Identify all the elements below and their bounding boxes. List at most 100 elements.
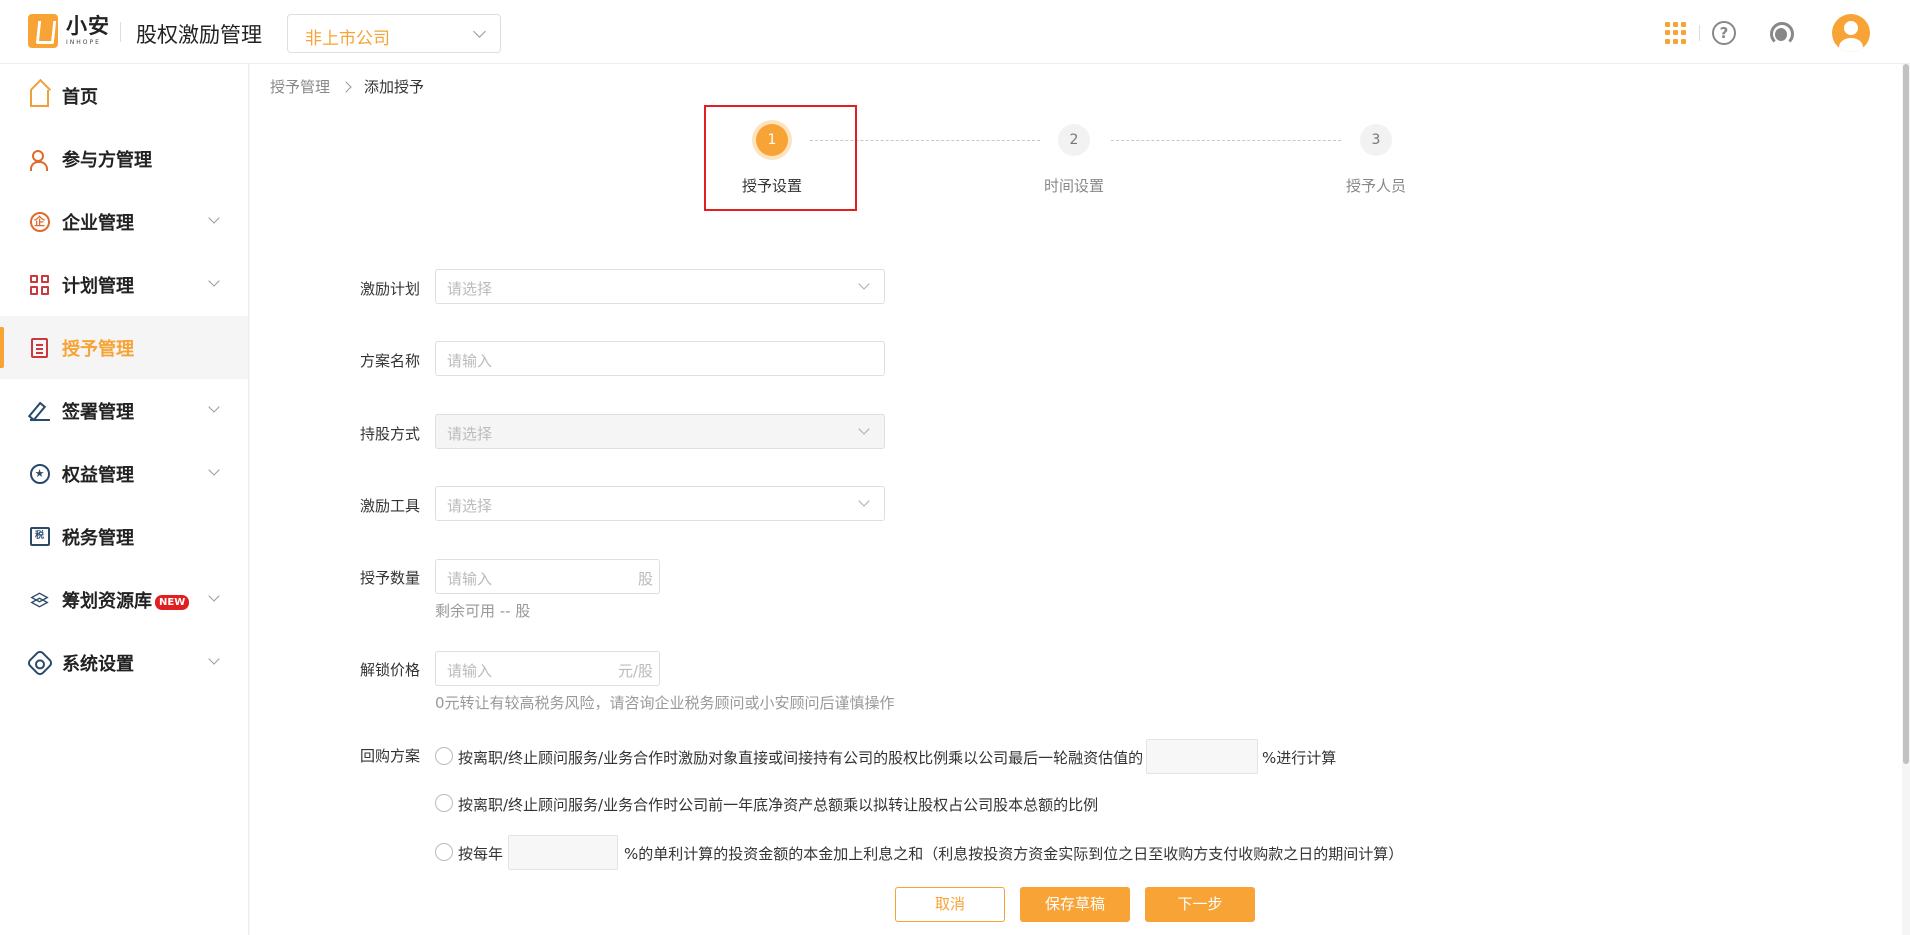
breadcrumb-current: 添加授予 <box>364 78 425 96</box>
incentive-plan-label: 激励计划 <box>360 280 421 298</box>
valuation-percent-input[interactable] <box>1146 739 1258 774</box>
sidebar-item-plan[interactable]: 计划管理 <box>0 253 248 316</box>
company-type-select[interactable]: 非上市公司 <box>287 14 501 53</box>
chevron-down-icon <box>473 25 486 38</box>
incentive-tool-label: 激励工具 <box>360 497 421 515</box>
sidebar-item-label: 参与方管理 <box>62 149 152 171</box>
step-2-label: 时间设置 <box>1043 177 1104 195</box>
sidebar-item-label: 筹划资源库 <box>62 590 152 612</box>
step-3-indicator: 3 <box>1360 124 1392 156</box>
chevron-down-icon <box>208 653 220 665</box>
grant-quantity-input[interactable]: 请输入 股 <box>435 559 660 594</box>
chevron-down-icon <box>208 590 220 602</box>
highlight-annotation-box <box>704 105 857 211</box>
step-2-indicator: 2 <box>1058 124 1090 156</box>
chevron-down-icon <box>858 278 870 290</box>
plan-icon <box>29 274 50 295</box>
sidebar-item-settings[interactable]: 系统设置 <box>0 631 248 694</box>
brand-logo[interactable]: 小安 INHOPE <box>28 14 110 48</box>
buyback-option-3-text: %的单利计算的投资金额的本金加上利息之和（利息按投资方资金实际到位之日至收购方支… <box>624 845 1404 863</box>
scrollbar-thumb[interactable] <box>1903 64 1909 764</box>
holding-method-label: 持股方式 <box>360 425 421 443</box>
logo-divider <box>120 22 121 42</box>
buyback-option-1-suffix: %进行计算 <box>1262 749 1337 767</box>
sidebar-item-label: 首页 <box>62 86 98 108</box>
scheme-name-placeholder: 请输入 <box>447 352 493 370</box>
user-avatar-icon[interactable] <box>1832 14 1870 52</box>
sidebar-item-label: 税务管理 <box>62 527 134 549</box>
step-3-label: 授予人员 <box>1345 177 1406 195</box>
sidebar-item-label: 签署管理 <box>62 401 134 423</box>
unlock-price-label: 解锁价格 <box>360 661 421 679</box>
logo-name: 小安 <box>66 14 110 38</box>
incentive-tool-select[interactable]: 请选择 <box>435 486 885 521</box>
annual-interest-rate-input[interactable] <box>508 835 618 870</box>
sidebar-item-enterprise[interactable]: 企 企业管理 <box>0 190 248 253</box>
app-title: 股权激励管理 <box>136 23 262 47</box>
scheme-name-input[interactable]: 请输入 <box>435 341 885 376</box>
tax-icon: 税 <box>29 526 50 547</box>
chevron-down-icon <box>208 275 220 287</box>
cancel-button[interactable]: 取消 <box>895 887 1005 922</box>
sign-icon <box>29 400 50 421</box>
sidebar-item-equity[interactable]: ★ 权益管理 <box>0 442 248 505</box>
settings-icon <box>25 648 54 677</box>
sidebar-nav: 首页 参与方管理 企 企业管理 计划管理 授予管理 签署管理 ★ 权益管理 税 … <box>0 64 249 935</box>
sidebar-item-participants[interactable]: 参与方管理 <box>0 127 248 190</box>
grant-icon <box>29 337 50 358</box>
logo-mark-icon <box>28 14 58 48</box>
scheme-name-label: 方案名称 <box>360 352 421 370</box>
incentive-plan-select[interactable]: 请选择 <box>435 269 885 304</box>
buyback-option-3-radio[interactable] <box>435 843 453 861</box>
customer-service-icon[interactable] <box>1768 20 1794 46</box>
chevron-down-icon <box>208 464 220 476</box>
remaining-available-hint: 剩余可用 -- 股 <box>435 602 531 620</box>
sidebar-item-label: 权益管理 <box>62 464 134 486</box>
vertical-scrollbar[interactable] <box>1902 64 1910 935</box>
sidebar-item-label: 企业管理 <box>62 212 134 234</box>
home-icon <box>29 85 50 107</box>
resources-icon <box>29 589 50 610</box>
sidebar-item-label: 系统设置 <box>62 653 134 675</box>
buyback-option-3-prefix: 按每年 <box>458 845 504 863</box>
help-icon[interactable]: ? <box>1712 21 1736 45</box>
chevron-right-icon <box>340 80 352 93</box>
top-bar: 小安 INHOPE 股权激励管理 非上市公司 ? <box>0 0 1910 64</box>
chevron-down-icon <box>208 212 220 224</box>
sidebar-item-grant[interactable]: 授予管理 <box>0 316 248 379</box>
buyback-option-2-radio[interactable] <box>435 794 453 812</box>
incentive-tool-placeholder: 请选择 <box>447 497 493 515</box>
holding-method-placeholder: 请选择 <box>447 425 493 443</box>
holding-method-select[interactable]: 请选择 <box>435 414 885 449</box>
sidebar-item-home[interactable]: 首页 <box>0 64 248 127</box>
breadcrumb: 授予管理 添加授予 <box>270 76 424 97</box>
toolbar-divider <box>1699 25 1700 41</box>
breadcrumb-parent-link[interactable]: 授予管理 <box>270 76 330 97</box>
chevron-down-icon <box>858 495 870 507</box>
sidebar-item-label: 计划管理 <box>62 275 134 297</box>
unlock-price-placeholder: 请输入 <box>447 662 493 680</box>
save-draft-button[interactable]: 保存草稿 <box>1020 887 1130 922</box>
unlock-price-unit: 元/股 <box>617 662 653 680</box>
company-type-value: 非上市公司 <box>305 29 390 49</box>
step-connector <box>1111 140 1341 141</box>
sidebar-item-sign[interactable]: 签署管理 <box>0 379 248 442</box>
buyback-option-2-text: 按离职/终止顾问服务/业务合作时公司前一年底净资产总额乘以拟转让股权占公司股本总… <box>458 796 1099 814</box>
chevron-down-icon <box>858 423 870 435</box>
equity-icon: ★ <box>29 463 50 484</box>
tax-risk-hint: 0元转让有较高税务风险，请咨询企业税务顾问或小安顾问后谨慎操作 <box>435 694 895 712</box>
logo-subname: INHOPE <box>66 39 101 46</box>
grant-quantity-placeholder: 请输入 <box>447 570 493 588</box>
apps-grid-icon[interactable] <box>1665 22 1687 44</box>
next-step-button[interactable]: 下一步 <box>1145 887 1255 922</box>
buyback-label: 回购方案 <box>360 747 421 765</box>
buyback-option-1-radio[interactable] <box>435 747 453 765</box>
sidebar-item-tax[interactable]: 税 税务管理 <box>0 505 248 568</box>
unlock-price-input[interactable]: 请输入 元/股 <box>435 651 660 686</box>
incentive-plan-placeholder: 请选择 <box>447 280 493 298</box>
sidebar-item-resources[interactable]: 筹划资源库 NEW <box>0 568 248 631</box>
buyback-option-1-text: 按离职/终止顾问服务/业务合作时激励对象直接或间接持有公司的股权比例乘以公司最后… <box>458 749 1144 767</box>
enterprise-icon: 企 <box>29 211 50 232</box>
sidebar-item-label: 授予管理 <box>62 338 134 360</box>
grant-quantity-unit: 股 <box>637 570 653 588</box>
